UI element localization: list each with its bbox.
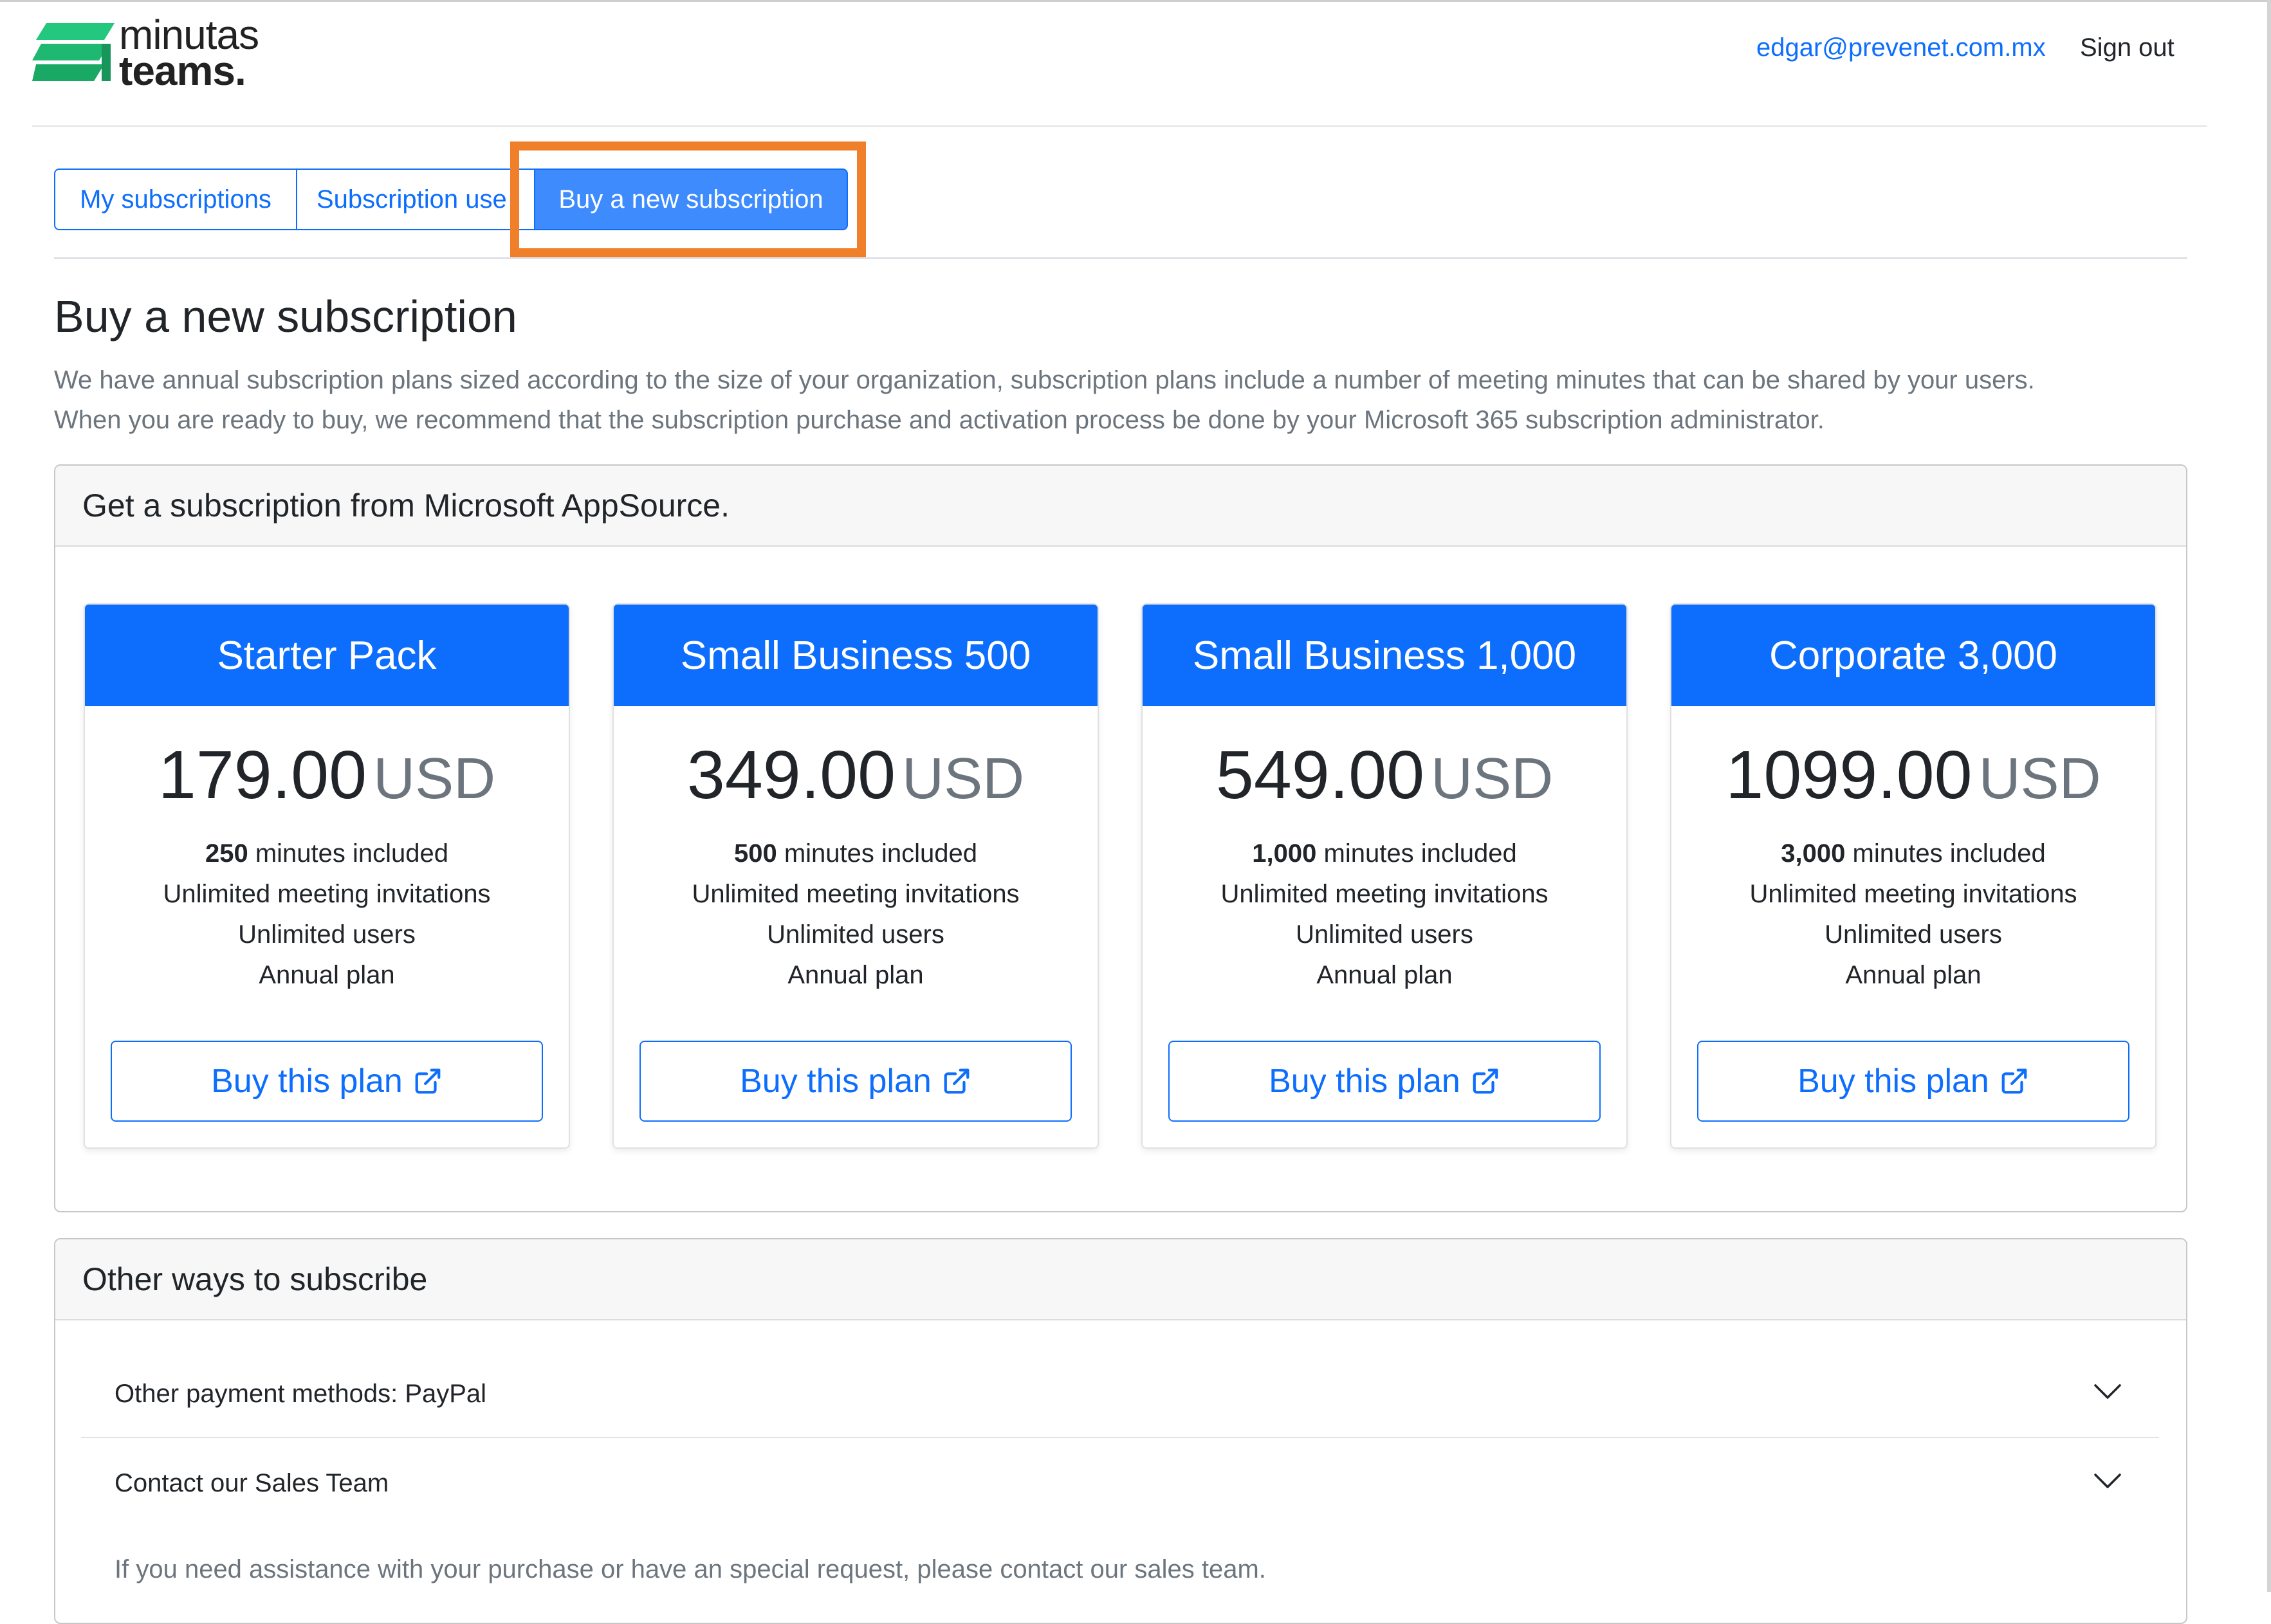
external-link-icon — [1473, 1068, 1498, 1094]
external-link-icon — [944, 1068, 970, 1094]
feature-invitations: Unlimited meeting invitations — [1749, 880, 2077, 908]
window-right-border — [2267, 0, 2271, 1592]
tab-subscription-use[interactable]: Subscription use — [297, 169, 535, 230]
feature-users: Unlimited users — [1296, 920, 1473, 949]
feature-minutes: 250 minutes included — [85, 834, 569, 874]
price-value: 549.00 — [1215, 737, 1425, 813]
price-currency: USD — [902, 747, 1025, 811]
highlight-annotation — [510, 141, 866, 257]
plan-features: 500 minutes included Unlimited meeting i… — [614, 834, 1098, 996]
plan-name: Small Business 500 — [614, 605, 1098, 706]
feature-minutes: 1,000 minutes included — [1143, 834, 1626, 874]
buy-plan-button[interactable]: Buy this plan — [639, 1041, 1072, 1122]
buy-plan-label: Buy this plan — [740, 1063, 932, 1100]
plan-features: 3,000 minutes included Unlimited meeting… — [1671, 834, 2155, 996]
minutes-label: minutes included — [1852, 839, 2046, 868]
plan-card-starter-pack: Starter Pack 179.00 USD 250 minutes inclu… — [84, 603, 570, 1149]
feature-minutes: 500 minutes included — [614, 834, 1098, 874]
accordion-sales-team[interactable]: Contact our Sales Team — [81, 1439, 2159, 1527]
minutes-label: minutes included — [1323, 839, 1517, 868]
minutes-count: 3,000 — [1781, 839, 1846, 868]
minutes-label: minutes included — [784, 839, 978, 868]
buy-plan-label: Buy this plan — [1269, 1063, 1460, 1100]
external-link-icon — [415, 1068, 441, 1094]
feature-plan-term: Annual plan — [1316, 961, 1453, 989]
external-link-icon — [2001, 1068, 2027, 1094]
feature-users: Unlimited users — [767, 920, 944, 949]
feature-users: Unlimited users — [238, 920, 416, 949]
plan-name: Corporate 3,000 — [1671, 605, 2155, 706]
feature-users: Unlimited users — [1825, 920, 2002, 949]
plan-features: 250 minutes included Unlimited meeting i… — [85, 834, 569, 996]
brand-logo[interactable]: minutas teams. — [32, 14, 302, 91]
accordion-paypal[interactable]: Other payment methods: PayPal — [81, 1351, 2159, 1438]
feature-invitations: Unlimited meeting invitations — [163, 880, 491, 908]
feature-minutes: 3,000 minutes included — [1671, 834, 2155, 874]
plan-card-small-business-1000: Small Business 1,000 549.00 USD 1,000 min… — [1141, 603, 1628, 1149]
sales-team-description: If you need assistance with your purchas… — [115, 1555, 1266, 1583]
buy-plan-label: Buy this plan — [211, 1063, 403, 1100]
description-line-2: When you are ready to buy, we recommend … — [54, 406, 1825, 434]
accordion-paypal-label: Other payment methods: PayPal — [115, 1379, 487, 1408]
plan-name: Small Business 1,000 — [1143, 605, 1626, 706]
tabs-divider — [54, 257, 2187, 259]
tab-my-subscriptions[interactable]: My subscriptions — [54, 169, 297, 230]
minutes-label: minutes included — [255, 839, 449, 868]
sign-out-link[interactable]: Sign out — [2080, 33, 2174, 62]
price-currency: USD — [1431, 747, 1554, 811]
plan-price: 179.00 USD — [85, 737, 569, 813]
description-line-1: We have annual subscription plans sized … — [54, 366, 2035, 394]
price-currency: USD — [373, 747, 496, 811]
feature-invitations: Unlimited meeting invitations — [1220, 880, 1549, 908]
buy-plan-button[interactable]: Buy this plan — [1697, 1041, 2129, 1122]
window-top-border — [0, 0, 2271, 2]
chevron-down-icon — [2094, 1473, 2121, 1488]
brand-line-2: teams. — [119, 48, 246, 94]
appsource-card-header: Get a subscription from Microsoft AppSou… — [55, 466, 2186, 547]
feature-plan-term: Annual plan — [787, 961, 924, 989]
plan-card-corporate-3000: Corporate 3,000 1099.00 USD 3,000 minutes… — [1670, 603, 2156, 1149]
minutes-count: 250 — [205, 839, 248, 868]
page-title: Buy a new subscription — [54, 291, 517, 342]
minutes-count: 500 — [733, 839, 777, 868]
accordion-sales-label: Contact our Sales Team — [115, 1468, 389, 1497]
chevron-down-icon — [2094, 1384, 2121, 1399]
plan-card-small-business-500: Small Business 500 349.00 USD 500 minutes… — [612, 603, 1099, 1149]
price-value: 179.00 — [158, 737, 367, 813]
buy-plan-label: Buy this plan — [1797, 1063, 1989, 1100]
plan-features: 1,000 minutes included Unlimited meeting… — [1143, 834, 1626, 996]
brand-wordmark: minutas teams. — [119, 14, 259, 91]
plan-name: Starter Pack — [85, 605, 569, 706]
plan-price: 349.00 USD — [614, 737, 1098, 813]
price-currency: USD — [1978, 747, 2101, 811]
user-email-link[interactable]: edgar@prevenet.com.mx — [1756, 33, 2046, 62]
feature-plan-term: Annual plan — [1845, 961, 1981, 989]
price-value: 349.00 — [686, 737, 896, 813]
buy-plan-button[interactable]: Buy this plan — [111, 1041, 543, 1122]
header-divider — [32, 125, 2207, 127]
plan-price: 549.00 USD — [1143, 737, 1626, 813]
price-value: 1099.00 — [1725, 737, 1972, 813]
feature-invitations: Unlimited meeting invitations — [692, 880, 1020, 908]
page-description: We have annual subscription plans sized … — [54, 360, 2196, 440]
other-ways-card-header: Other ways to subscribe — [55, 1239, 2186, 1320]
minutes-count: 1,000 — [1252, 839, 1317, 868]
logo-stack-icon — [32, 23, 115, 81]
buy-plan-button[interactable]: Buy this plan — [1168, 1041, 1601, 1122]
feature-plan-term: Annual plan — [259, 961, 395, 989]
plan-price: 1099.00 USD — [1671, 737, 2155, 813]
